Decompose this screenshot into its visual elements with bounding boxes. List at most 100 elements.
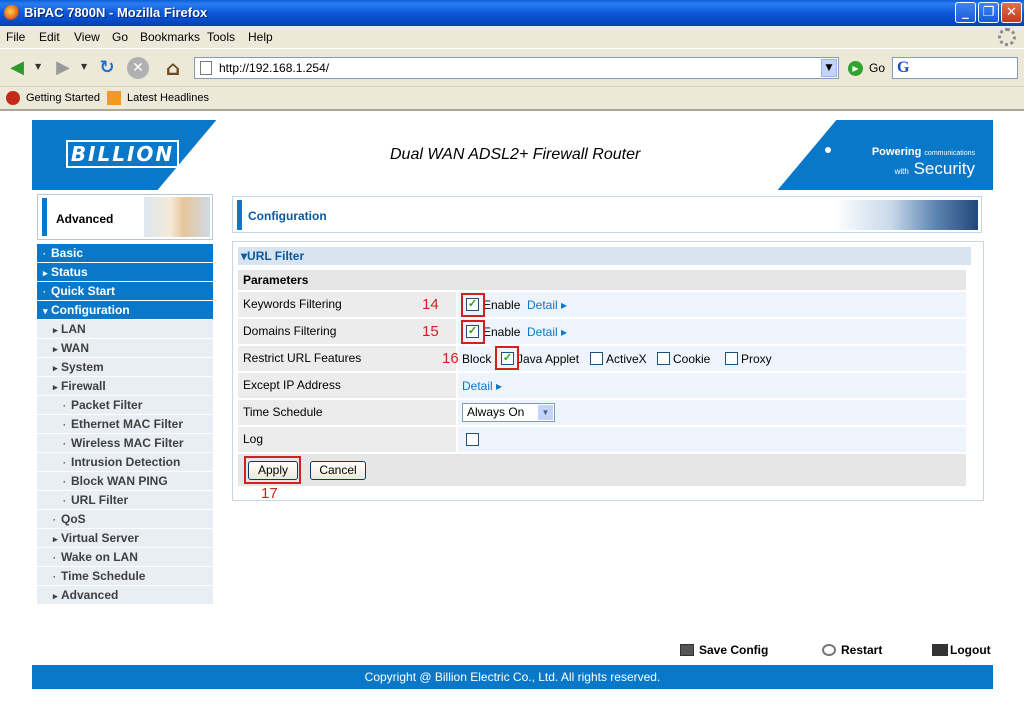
row-value: Detail ▸ xyxy=(458,373,966,398)
menu-bookmarks[interactable]: Bookmarks xyxy=(140,30,200,44)
logout-link[interactable]: Logout xyxy=(950,643,991,657)
except-ip-detail-link[interactable]: Detail ▸ xyxy=(462,379,502,393)
time-schedule-select[interactable]: Always On ▼ xyxy=(462,403,555,422)
sidebar-item-qos[interactable]: · QoS xyxy=(37,510,213,529)
bullet-icon: · xyxy=(63,439,66,449)
go-button[interactable]: Go xyxy=(869,61,885,75)
accent-bar xyxy=(237,200,242,230)
url-filter-panel: ▾URL Filter Parameters Keywords Filterin… xyxy=(232,241,984,502)
sidebar-item-wireless-mac-filter[interactable]: · Wireless MAC Filter xyxy=(37,434,213,453)
menu-file[interactable]: File xyxy=(6,30,25,44)
sidebar-item-virtual-server[interactable]: ▸ Virtual Server xyxy=(37,529,213,548)
bullet-icon: · xyxy=(53,572,56,582)
row-label: Time Schedule xyxy=(238,400,456,425)
logout-icon[interactable] xyxy=(932,644,948,656)
save-disk-icon[interactable] xyxy=(680,644,694,656)
rss-feed-icon xyxy=(107,91,121,105)
restart-link[interactable]: Restart xyxy=(841,643,882,657)
keywords-detail-link[interactable]: Detail ▸ xyxy=(527,298,567,312)
advanced-mode-box: Advanced xyxy=(37,194,213,240)
sidebar-item-time-schedule[interactable]: · Time Schedule xyxy=(37,567,213,586)
back-icon[interactable]: ◀ xyxy=(4,55,30,81)
sidebar-item-packet-filter[interactable]: · Packet Filter xyxy=(37,396,213,415)
save-config-link[interactable]: Save Config xyxy=(699,643,768,657)
menu-tools[interactable]: Tools xyxy=(207,30,235,44)
keywords-filtering-row: Keywords Filtering ✓ Enable Detail ▸ xyxy=(238,292,966,317)
firefox-icon xyxy=(4,5,20,21)
sidebar-item-label: Time Schedule xyxy=(61,569,146,583)
sidebar-item-block-wan-ping[interactable]: · Block WAN PING xyxy=(37,472,213,491)
url-filter-header[interactable]: ▾URL Filter xyxy=(238,247,971,265)
menu-go[interactable]: Go xyxy=(112,30,128,44)
menu-edit[interactable]: Edit xyxy=(39,30,60,44)
menu-view[interactable]: View xyxy=(74,30,100,44)
home-icon[interactable]: ⌂ xyxy=(160,55,186,81)
office-header-image xyxy=(834,200,978,230)
security-text: Security xyxy=(913,159,975,178)
sidebar-item-system[interactable]: ▸ System xyxy=(37,358,213,377)
restart-icon[interactable] xyxy=(822,644,836,656)
bullet-icon: · xyxy=(63,496,66,506)
url-history-dropdown[interactable]: ▼ xyxy=(821,59,837,77)
sidebar-item-label: Packet Filter xyxy=(71,398,143,412)
page-title: Configuration xyxy=(248,209,327,223)
sidebar-item-wake-on-lan[interactable]: · Wake on LAN xyxy=(37,548,213,567)
powering-small: communications xyxy=(924,150,975,157)
log-checkbox[interactable] xyxy=(466,433,479,446)
bookmark-getting-started[interactable]: Getting Started xyxy=(26,92,100,104)
sidebar-item-status[interactable]: ▸ Status xyxy=(37,263,213,282)
chevron-right-icon: ▸ xyxy=(53,363,58,373)
panel-title: URL Filter xyxy=(247,249,305,263)
sidebar-item-url-filter[interactable]: · URL Filter xyxy=(37,491,213,510)
bullet-icon: · xyxy=(43,249,46,259)
sidebar-item-label: Wake on LAN xyxy=(61,550,138,564)
configuration-header: Configuration xyxy=(232,196,982,233)
bullet-icon: · xyxy=(63,401,66,411)
sidebar-item-firewall[interactable]: ▸ Firewall xyxy=(37,377,213,396)
cookie-checkbox[interactable] xyxy=(657,352,670,365)
go-icon[interactable]: ▶ xyxy=(848,61,863,76)
chevron-right-icon: ▸ xyxy=(53,325,58,335)
proxy-checkbox[interactable] xyxy=(725,352,738,365)
banner-dot xyxy=(825,147,831,153)
except-ip-address-row: Except IP Address Detail ▸ xyxy=(238,373,966,398)
sidebar-item-configuration[interactable]: ▾ Configuration xyxy=(37,301,213,320)
sidebar-item-lan[interactable]: ▸ LAN xyxy=(37,320,213,339)
router-banner: BILLION Dual WAN ADSL2+ Firewall Router … xyxy=(32,120,993,190)
row-value xyxy=(458,427,966,452)
banner-security: with Security xyxy=(895,159,975,179)
sidebar-item-quick-start[interactable]: · Quick Start xyxy=(37,282,213,301)
forward-dropdown-icon[interactable]: ▼ xyxy=(81,62,87,71)
proxy-label: Proxy xyxy=(741,352,772,366)
copyright-bar: Copyright @ Billion Electric Co., Ltd. A… xyxy=(32,665,993,689)
accent-bar xyxy=(42,198,47,236)
reload-icon[interactable]: ↻ xyxy=(94,55,120,81)
url-bar[interactable]: http://192.168.1.254/ ▼ xyxy=(194,57,839,79)
sidebar-item-ethernet-mac-filter[interactable]: · Ethernet MAC Filter xyxy=(37,415,213,434)
back-dropdown-icon[interactable]: ▼ xyxy=(35,62,41,71)
sidebar-item-label: Block WAN PING xyxy=(71,474,168,488)
cancel-button[interactable]: Cancel xyxy=(310,461,366,480)
domains-detail-link[interactable]: Detail ▸ xyxy=(527,325,567,339)
minimize-button[interactable]: _ xyxy=(955,2,976,23)
chevron-down-icon[interactable]: ▼ xyxy=(538,405,553,420)
close-button[interactable]: ✕ xyxy=(1001,2,1022,23)
sidebar-item-wan[interactable]: ▸ WAN xyxy=(37,339,213,358)
sidebar-item-advanced[interactable]: ▸ Advanced xyxy=(37,586,213,605)
menu-help[interactable]: Help xyxy=(248,30,273,44)
stop-icon[interactable]: ✕ xyxy=(127,57,149,79)
bookmark-latest-headlines[interactable]: Latest Headlines xyxy=(127,92,209,104)
forward-icon[interactable]: ▶ xyxy=(50,55,76,81)
activex-checkbox[interactable] xyxy=(590,352,603,365)
sidebar-item-basic[interactable]: · Basic xyxy=(37,244,213,263)
billion-logo: BILLION xyxy=(66,140,179,168)
search-engine-icon[interactable]: G xyxy=(897,59,909,77)
enable-label: Enable xyxy=(483,325,521,339)
sidebar-item-label: System xyxy=(61,360,104,374)
search-input[interactable]: G xyxy=(892,57,1018,79)
maximize-button[interactable]: ❐ xyxy=(978,2,999,23)
java-applet-label: Java Applet xyxy=(517,352,580,366)
url-text[interactable]: http://192.168.1.254/ xyxy=(219,61,329,75)
chevron-right-icon: ▸ xyxy=(53,534,58,544)
sidebar-item-intrusion-detection[interactable]: · Intrusion Detection xyxy=(37,453,213,472)
